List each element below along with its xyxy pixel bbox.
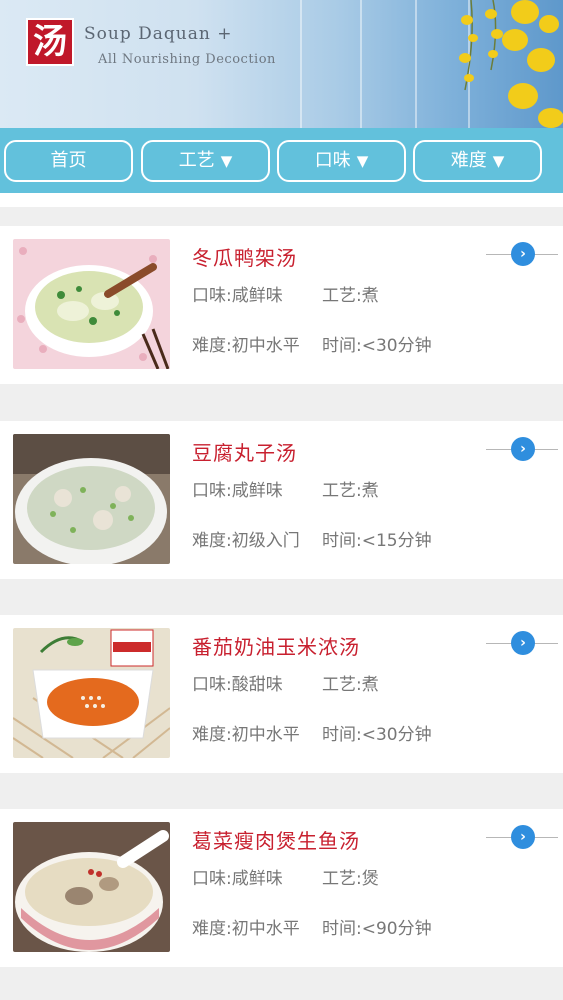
open-recipe-button[interactable]: › <box>486 242 558 266</box>
recipe-flavor: 口味:酸甜味 <box>192 675 283 695</box>
arrow-right-icon: › <box>511 437 535 461</box>
arrow-right-icon: › <box>511 631 535 655</box>
nav-difficulty-label: 难度 <box>450 150 487 171</box>
nav-difficulty-dropdown[interactable]: 难度 ▼ <box>413 140 542 182</box>
recipe-title[interactable]: 豆腐丸子汤 <box>192 437 297 466</box>
nav-technique-dropdown[interactable]: 工艺 ▼ <box>141 140 270 182</box>
nav-flavor-dropdown[interactable]: 口味 ▼ <box>277 140 406 182</box>
nav-flavor-label: 口味 <box>314 150 351 171</box>
recipe-thumbnail <box>13 628 170 758</box>
open-recipe-button[interactable]: › <box>486 825 558 849</box>
recipe-flavor: 口味:咸鲜味 <box>192 286 283 306</box>
recipe-flavor: 口味:咸鲜味 <box>192 869 283 889</box>
recipe-time: 时间:<30分钟 <box>322 336 432 356</box>
recipe-technique: 工艺:煮 <box>322 286 379 306</box>
recipe-difficulty: 难度:初中水平 <box>192 725 300 745</box>
recipe-time: 时间:<30分钟 <box>322 725 432 745</box>
recipe-thumbnail <box>13 822 170 952</box>
recipe-difficulty: 难度:初中水平 <box>192 919 300 939</box>
brand-title: Soup Daquan + <box>84 24 233 44</box>
open-recipe-button[interactable]: › <box>486 437 558 461</box>
recipe-title[interactable]: 葛菜瘦肉煲生鱼汤 <box>192 825 360 854</box>
filter-nav-bar: 首页 工艺 ▼ 口味 ▼ 难度 ▼ <box>0 128 563 193</box>
recipe-technique: 工艺:煮 <box>322 481 379 501</box>
recipe-time: 时间:<15分钟 <box>322 531 432 551</box>
recipe-card[interactable]: 番茄奶油玉米浓汤 口味:酸甜味 工艺:煮 难度:初中水平 时间:<30分钟 › <box>0 615 563 773</box>
nav-technique-label: 工艺 <box>178 150 215 171</box>
recipe-time: 时间:<90分钟 <box>322 919 432 939</box>
soup-bowl-photo-icon <box>13 628 170 758</box>
recipe-technique: 工艺:煮 <box>322 675 379 695</box>
recipe-title[interactable]: 番茄奶油玉米浓汤 <box>192 631 360 660</box>
recipe-card[interactable]: 葛菜瘦肉煲生鱼汤 口味:咸鲜味 工艺:煲 难度:初中水平 时间:<90分钟 › <box>0 809 563 967</box>
chevron-down-icon: ▼ <box>356 152 369 170</box>
soup-bowl-photo-icon <box>13 822 170 952</box>
nav-home-button[interactable]: 首页 <box>4 140 133 182</box>
chevron-down-icon: ▼ <box>492 152 505 170</box>
open-recipe-button[interactable]: › <box>486 631 558 655</box>
soup-bowl-photo-icon <box>13 434 170 564</box>
nav-home-label: 首页 <box>50 150 87 171</box>
arrow-right-icon: › <box>511 242 535 266</box>
brand-subtitle: All Nourishing Decoction <box>98 52 276 67</box>
arrow-right-icon: › <box>511 825 535 849</box>
recipe-card[interactable]: 冬瓜鸭架汤 口味:咸鲜味 工艺:煮 难度:初中水平 时间:<30分钟 › <box>0 226 563 384</box>
recipe-thumbnail <box>13 239 170 369</box>
list-top-spacer <box>0 193 563 207</box>
soup-bowl-photo-icon <box>13 239 170 369</box>
recipe-flavor: 口味:咸鲜味 <box>192 481 283 501</box>
header-banner: 汤 Soup Daquan + All Nourishing Decoction <box>0 0 563 128</box>
recipe-title[interactable]: 冬瓜鸭架汤 <box>192 242 297 271</box>
recipe-technique: 工艺:煲 <box>322 869 379 889</box>
flower-vine-decoration <box>459 0 563 128</box>
recipe-difficulty: 难度:初中水平 <box>192 336 300 356</box>
app-logo: 汤 <box>26 18 74 66</box>
recipe-thumbnail <box>13 434 170 564</box>
recipe-difficulty: 难度:初级入门 <box>192 531 300 551</box>
recipe-card[interactable]: 豆腐丸子汤 口味:咸鲜味 工艺:煮 难度:初级入门 时间:<15分钟 › <box>0 421 563 579</box>
chevron-down-icon: ▼ <box>220 152 233 170</box>
